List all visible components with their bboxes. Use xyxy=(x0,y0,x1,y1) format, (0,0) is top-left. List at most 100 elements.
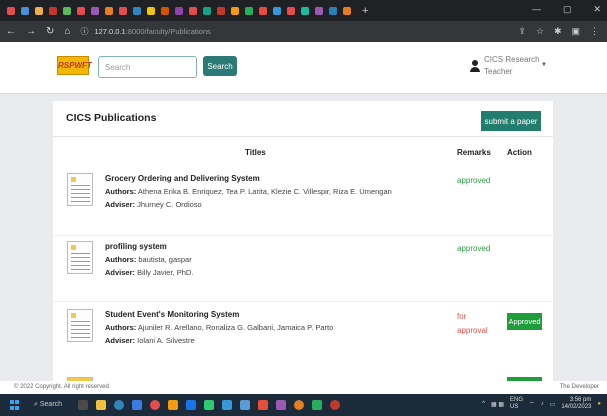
browser-tab-favicon-icon[interactable] xyxy=(217,6,225,15)
app-icon[interactable] xyxy=(204,400,215,410)
browser-tab-favicon-icon[interactable] xyxy=(203,6,211,15)
edge-icon[interactable] xyxy=(114,400,125,410)
url-field[interactable]: 127.0.0.1:8000/faculty/Publications xyxy=(94,27,210,36)
browser-tab-favicon-icon[interactable] xyxy=(259,6,267,15)
browser-tab-favicon-icon[interactable] xyxy=(343,6,351,15)
browser-tab-favicon-icon[interactable] xyxy=(77,6,85,15)
chevron-up-icon[interactable]: ^ xyxy=(482,401,485,407)
address-bar: ← → ↻ ⌂ ⓘ 127.0.0.1:8000/faculty/Publica… xyxy=(0,21,607,42)
share-icon[interactable]: ⇪ xyxy=(518,26,526,37)
developer-link[interactable]: The Developer xyxy=(560,384,599,390)
browser-tab-favicon-icon[interactable] xyxy=(231,6,239,15)
adviser-label: Adviser: xyxy=(105,200,136,209)
browser-tab-favicon-icon[interactable] xyxy=(21,6,29,15)
app-icon[interactable] xyxy=(240,400,251,410)
browser-tab-favicon-icon[interactable] xyxy=(105,6,113,15)
app-icon[interactable] xyxy=(312,400,323,410)
minimize-button[interactable]: — xyxy=(532,4,541,15)
bookmark-star-icon[interactable]: ☆ xyxy=(536,26,544,37)
authors-label: Authors: xyxy=(105,187,137,196)
browser-tab-favicon-icon[interactable] xyxy=(273,6,281,15)
task-view-icon[interactable] xyxy=(78,400,89,410)
search-button[interactable]: Search xyxy=(203,56,237,76)
maximize-button[interactable]: ▢ xyxy=(563,4,572,15)
region-code: US xyxy=(510,404,519,410)
site-logo[interactable]: RSPWFT xyxy=(57,56,92,75)
copyright-text: © 2022 Copyright. All right reserved xyxy=(14,384,109,390)
browser-tab-favicon-icon[interactable] xyxy=(91,6,99,15)
sidebar-icon[interactable]: ▣ xyxy=(571,26,580,37)
file-explorer-icon[interactable] xyxy=(96,400,107,410)
close-window-button[interactable]: ✕ xyxy=(593,4,601,15)
info-icon[interactable]: ⓘ xyxy=(80,26,88,37)
browser-tab-favicon-icon[interactable] xyxy=(245,6,253,15)
browser-tab-favicon-icon[interactable] xyxy=(161,6,169,15)
wifi-icon[interactable]: ⌔ xyxy=(529,400,535,408)
user-role: Teacher xyxy=(484,67,513,76)
app-icon[interactable] xyxy=(276,400,287,410)
document-thumbnail-icon[interactable] xyxy=(67,241,93,274)
reload-icon[interactable]: ↻ xyxy=(46,26,54,37)
home-icon[interactable]: ⌂ xyxy=(64,26,70,37)
authors-value: Ajuniler R. Arellano, Ronaliza G. Galban… xyxy=(137,323,334,332)
browser-tab-favicon-icon[interactable] xyxy=(119,6,127,15)
taskbar: ⌕ Search ^ ▦ ▦ ENG US ⌔ ♪ ▭ 3:56 pm 14/02/… xyxy=(0,394,607,416)
column-titles: Titles xyxy=(245,148,266,157)
url-path: :8000/faculty/Publications xyxy=(125,27,211,36)
approved-button[interactable]: Approved xyxy=(507,313,542,330)
vscode-icon[interactable] xyxy=(222,400,233,410)
browser-tab-favicon-icon[interactable] xyxy=(301,6,309,15)
browser-tab-favicon-icon[interactable] xyxy=(189,6,197,15)
app-icon[interactable] xyxy=(330,400,341,410)
browser-tab-favicon-icon[interactable] xyxy=(7,6,15,15)
taskbar-search[interactable]: ⌕ Search xyxy=(34,401,62,409)
language-code: ENG xyxy=(510,397,524,403)
store-icon[interactable] xyxy=(132,400,143,410)
publication-title[interactable]: Grocery Ordering and Delivering System xyxy=(105,174,260,183)
back-icon[interactable]: ← xyxy=(6,26,16,37)
browser-tab-favicon-icon[interactable] xyxy=(147,6,155,15)
chevron-down-icon[interactable]: ▼ xyxy=(541,62,547,68)
mail-icon[interactable] xyxy=(186,400,197,410)
user-menu[interactable]: CICS Research Teacher xyxy=(470,54,540,78)
document-thumbnail-icon[interactable] xyxy=(67,173,93,206)
chrome-icon[interactable] xyxy=(150,400,161,410)
browser-tab-favicon-icon[interactable] xyxy=(175,6,183,15)
app-icon[interactable] xyxy=(258,400,269,410)
volume-icon[interactable]: ♪ xyxy=(541,401,544,407)
browser-tab-favicon-icon[interactable] xyxy=(63,6,71,15)
browser-tab-favicon-icon[interactable] xyxy=(133,6,141,15)
app-icon[interactable] xyxy=(294,400,305,410)
document-thumbnail-icon[interactable] xyxy=(67,309,93,342)
menu-icon[interactable]: ⋮ xyxy=(590,26,599,37)
search-input[interactable] xyxy=(98,56,197,78)
browser-tab-favicon-icon[interactable] xyxy=(287,6,295,15)
windows-start-icon[interactable] xyxy=(10,400,20,410)
adviser-value: Jhurney C. Ordioso xyxy=(137,200,202,209)
window-controls: — ▢ ✕ xyxy=(532,4,601,15)
browser-tab-favicon-icon[interactable] xyxy=(329,6,337,15)
language-indicator[interactable]: ENG US xyxy=(510,397,523,411)
taskbar-search-label: Search xyxy=(39,401,63,408)
app-header: RSPWFT Search CICS Research Teacher ▼ xyxy=(0,42,607,94)
browser-tab-favicon-icon[interactable] xyxy=(49,6,57,15)
browser-tab-favicon-icon[interactable] xyxy=(315,6,323,15)
page-title: CICS Publications xyxy=(66,112,157,124)
submit-paper-button[interactable]: submit a paper xyxy=(481,111,541,131)
publication-authors: Authors: bautista, gaspar xyxy=(105,255,192,264)
app-icon[interactable] xyxy=(168,400,179,410)
forward-icon[interactable]: → xyxy=(26,26,36,37)
browser-tab-favicon-icon[interactable] xyxy=(35,6,43,15)
publication-authors: Authors: Athena Erika B. Enriquez, Tea P… xyxy=(105,187,392,196)
publication-title[interactable]: Student Event's Monitoring System xyxy=(105,310,239,319)
browser-tab-bar: + — ▢ ✕ xyxy=(0,0,607,21)
tray-icons[interactable]: ▦ ▦ xyxy=(491,401,504,408)
battery-icon[interactable]: ▭ xyxy=(550,401,556,408)
extensions-icon[interactable]: ✱ xyxy=(554,26,562,37)
clock[interactable]: 3:56 pm 14/02/2023 xyxy=(561,397,591,411)
column-action: Action xyxy=(507,148,532,157)
notification-icon[interactable]: ● xyxy=(597,401,601,407)
remark-line: for xyxy=(457,312,467,321)
new-tab-button[interactable]: + xyxy=(362,5,368,17)
publication-title[interactable]: profiling system xyxy=(105,242,167,251)
